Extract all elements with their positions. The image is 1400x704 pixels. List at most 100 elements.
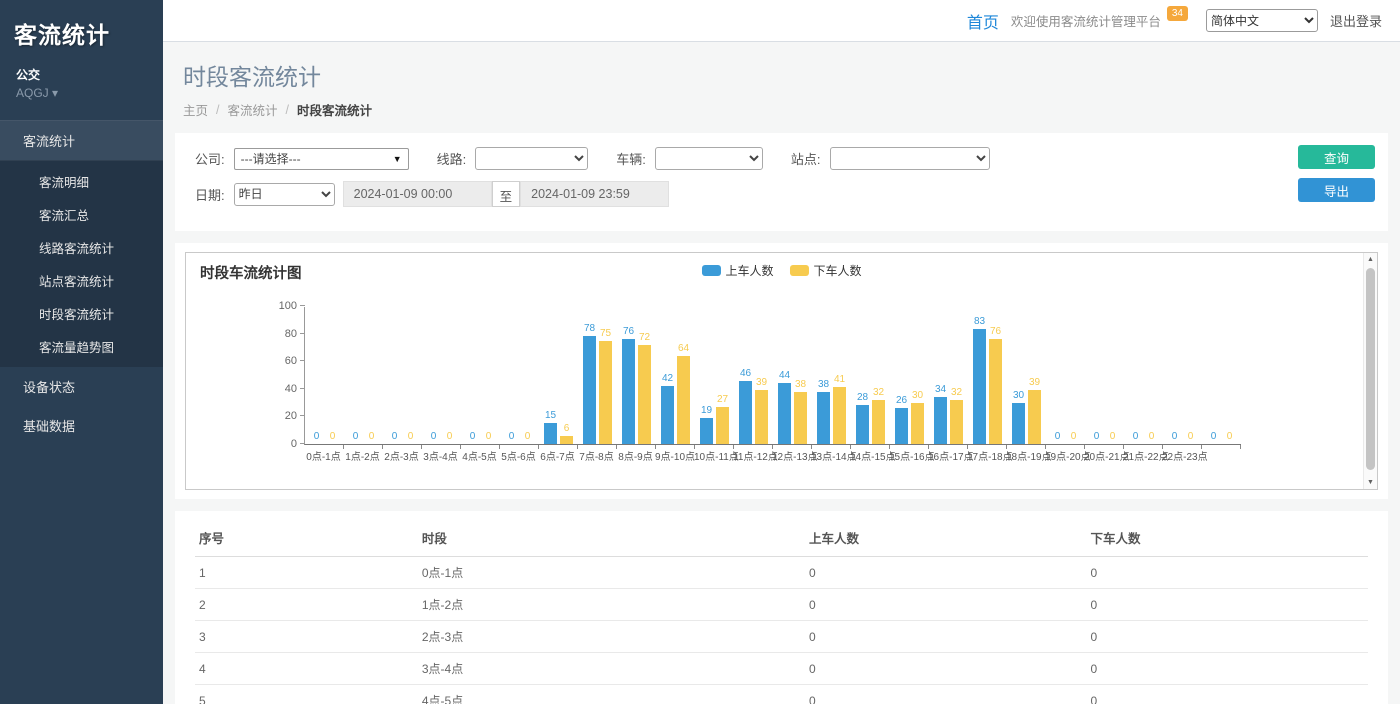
language-select[interactable]: 简体中文: [1206, 9, 1318, 32]
scrollbar-down-icon[interactable]: ▼: [1364, 479, 1377, 486]
bar-value-label: 0: [1110, 431, 1116, 442]
bar-group: 2832: [851, 306, 890, 444]
bar-value-label: 41: [834, 374, 845, 385]
profile-org: 公交: [16, 66, 163, 83]
sidebar-subitem[interactable]: 站点客流统计: [0, 264, 163, 297]
legend-item[interactable]: 上车人数: [701, 262, 773, 279]
sidebar-subitem[interactable]: 客流量趋势图: [0, 330, 163, 363]
table-cell: 1点-2点: [418, 589, 805, 621]
bar-group: 00: [1202, 306, 1241, 444]
bar-value-label: 0: [369, 431, 375, 442]
x-axis-tick-label: 9点-10点: [655, 448, 694, 463]
bar-value-label: 0: [1149, 431, 1155, 442]
sidebar-subitem[interactable]: 客流汇总: [0, 198, 163, 231]
line-select[interactable]: [475, 147, 588, 170]
x-axis-tick-label: 19点-20点: [1045, 448, 1084, 463]
bar-group: 00: [500, 306, 539, 444]
bar-group: 00: [1163, 306, 1202, 444]
bar-value-label: 39: [1029, 377, 1040, 388]
chart-panel: 时段车流统计图 上车人数下车人数 00000000000015678757672…: [175, 243, 1388, 499]
bar-value-label: 78: [584, 323, 595, 334]
bar-group: 4639: [734, 306, 773, 444]
y-axis-tick-mark: [300, 360, 305, 361]
bar: 75: [599, 341, 612, 445]
table-header-row: 序号时段上车人数下车人数: [195, 519, 1368, 557]
logout-link[interactable]: 退出登录: [1330, 11, 1382, 30]
bar-value-label: 0: [470, 431, 476, 442]
chart-scrollbar[interactable]: ▲ ▼: [1363, 253, 1377, 489]
bar: 76: [622, 339, 635, 444]
bar-group: 4438: [773, 306, 812, 444]
table-cell: 0: [1086, 685, 1368, 704]
table-body: 10点-1点0021点-2点0032点-3点0043点-4点0054点-5点00…: [195, 557, 1368, 704]
sidebar-item-base-data[interactable]: 基础数据: [0, 406, 163, 445]
bar: 39: [1028, 390, 1041, 444]
bar-value-label: 0: [1094, 431, 1100, 442]
bar-group: 8376: [968, 306, 1007, 444]
sidebar-subitem[interactable]: 线路客流统计: [0, 231, 163, 264]
export-button[interactable]: 导出: [1298, 178, 1375, 202]
bar-value-label: 0: [408, 431, 414, 442]
x-axis-tick-label: 8点-9点: [616, 448, 655, 463]
company-select[interactable]: ---请选择--- ▼: [234, 148, 409, 170]
scrollbar-up-icon[interactable]: ▲: [1364, 256, 1377, 263]
y-axis-tick-label: 80: [259, 328, 297, 340]
top-navbar: 首页 欢迎使用客流统计管理平台 34 简体中文 退出登录: [163, 0, 1400, 42]
table-cell: 0: [805, 557, 1087, 589]
y-axis-tick-mark: [300, 305, 305, 306]
table-cell: 0: [805, 621, 1087, 653]
bar-group: 00: [461, 306, 500, 444]
bar-value-label: 76: [623, 326, 634, 337]
x-axis-labels: 0点-1点1点-2点2点-3点3点-4点4点-5点5点-6点6点-7点7点-8点…: [304, 448, 1241, 463]
sidebar-item-device-status[interactable]: 设备状态: [0, 367, 163, 406]
bar: 78: [583, 336, 596, 444]
y-axis-tick-mark: [300, 415, 305, 416]
table-row: 54点-5点00: [195, 685, 1368, 704]
legend-item[interactable]: 下车人数: [790, 262, 862, 279]
station-select[interactable]: [830, 147, 990, 170]
bar-value-label: 30: [1013, 390, 1024, 401]
data-table-panel: 序号时段上车人数下车人数 10点-1点0021点-2点0032点-3点0043点…: [175, 511, 1388, 704]
bar-value-label: 0: [392, 431, 398, 442]
bar-group: 00: [305, 306, 344, 444]
home-link[interactable]: 首页: [967, 9, 999, 33]
scrollbar-thumb[interactable]: [1366, 268, 1375, 470]
sidebar-subitem[interactable]: 时段客流统计: [0, 297, 163, 330]
bar-group: 3432: [929, 306, 968, 444]
page-content: 时段客流统计 主页 / 客流统计 / 时段客流统计 公司: ---请选择--- …: [163, 42, 1400, 704]
bar-value-label: 34: [935, 384, 946, 395]
date-end-input[interactable]: [520, 181, 669, 207]
bar: 76: [989, 339, 1002, 444]
bar-value-label: 64: [678, 343, 689, 354]
app-root: 客流统计 公交 AQGJ ▾ 客流统计 客流明细客流汇总线路客流统计站点客流统计…: [0, 0, 1400, 704]
action-buttons: 查询 导出: [1298, 145, 1375, 202]
date-start-input[interactable]: [343, 181, 492, 207]
bar: 15: [544, 423, 557, 444]
app-brand: 客流统计: [0, 0, 163, 50]
query-button[interactable]: 查询: [1298, 145, 1375, 169]
bar-value-label: 0: [314, 431, 320, 442]
bar-value-label: 0: [1133, 431, 1139, 442]
table-row: 32点-3点00: [195, 621, 1368, 653]
date-preset-select[interactable]: 昨日: [234, 183, 335, 206]
chart-container: 时段车流统计图 上车人数下车人数 00000000000015678757672…: [185, 252, 1378, 490]
x-axis-tick-label: 4点-5点: [460, 448, 499, 463]
sidebar-item-passenger-stats[interactable]: 客流统计: [0, 120, 163, 161]
y-axis-tick-mark: [300, 388, 305, 389]
vehicle-select[interactable]: [655, 147, 763, 170]
breadcrumb-home[interactable]: 主页: [183, 100, 208, 119]
x-axis-tick-label: 17点-18点: [967, 448, 1006, 463]
page-title: 时段客流统计: [183, 58, 1388, 92]
notification-badge[interactable]: 34: [1167, 6, 1188, 21]
breadcrumb-section[interactable]: 客流统计: [228, 100, 278, 119]
company-select-value: ---请选择---: [241, 150, 301, 167]
sidebar-subitem[interactable]: 客流明细: [0, 165, 163, 198]
x-axis-tick-label: 1点-2点: [343, 448, 382, 463]
profile-account-dropdown[interactable]: AQGJ ▾: [16, 86, 163, 100]
table-cell: 0: [1086, 653, 1368, 685]
x-axis-tick-label: 14点-15点: [850, 448, 889, 463]
bar-value-label: 26: [896, 395, 907, 406]
bar-plot: 0000000000001567875767242641927463944383…: [304, 307, 1241, 445]
bar-value-label: 76: [990, 326, 1001, 337]
bar-group: 2630: [890, 306, 929, 444]
